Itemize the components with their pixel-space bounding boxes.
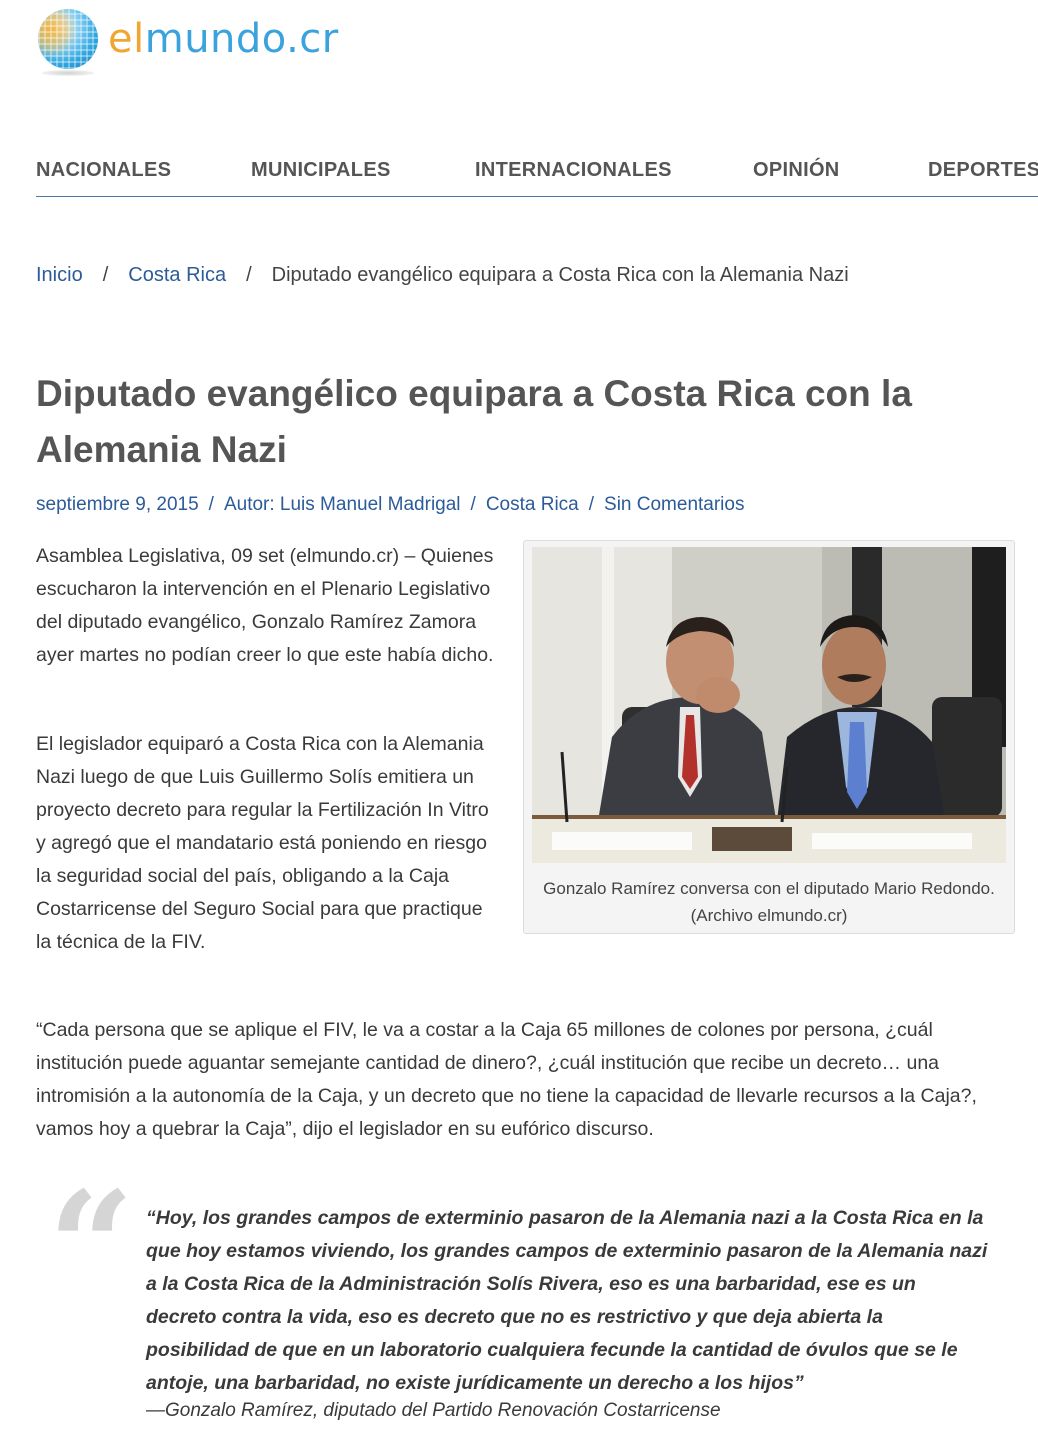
article-title: Diputado evangélico equipara a Costa Ric… <box>36 373 912 470</box>
article-blockquote: “ “Hoy, los grandes campos de exterminio… <box>36 1172 996 1440</box>
nav-item-nacionales[interactable]: NACIONALES <box>36 154 251 196</box>
breadcrumb: Inicio / Costa Rica / Diputado evangélico eq… <box>36 264 849 287</box>
main-nav: NACIONALES MUNICIPALES INTERNACIONALES O… <box>36 154 1038 197</box>
breadcrumb-separator: / <box>102 264 109 286</box>
nav-item-internacionales[interactable]: INTERNACIONALES <box>475 154 753 196</box>
article-figure: Gonzalo Ramírez conversa con el diputado… <box>523 540 1015 934</box>
breadcrumb-separator: / <box>246 264 252 286</box>
quote-mark-icon: “ <box>48 1159 135 1335</box>
breadcrumb-category-link[interactable]: Costa Rica <box>128 264 226 286</box>
site-logo[interactable]: elmundo.cr <box>38 6 339 72</box>
article-photo[interactable] <box>532 547 1006 863</box>
article-author-link[interactable]: Autor: Luis Manuel Madrigal <box>224 494 461 515</box>
article-paragraph: El legislador equiparó a Costa Rica con … <box>36 733 489 953</box>
article-meta: septiembre 9, 2015 / Autor: Luis Manuel Ma… <box>36 494 744 516</box>
breadcrumb-home-link[interactable]: Inicio <box>36 264 83 286</box>
nav-item-opinion[interactable]: OPINIÓN <box>753 154 928 196</box>
quote-citation: —Gonzalo Ramírez, diputado del Partido R… <box>146 1400 721 1421</box>
article-category-link[interactable]: Costa Rica <box>486 494 579 515</box>
logo-shadow <box>42 70 94 76</box>
article-comments-link[interactable]: Sin Comentarios <box>604 494 744 515</box>
logo-text: elmundo.cr <box>108 16 339 62</box>
nav-item-municipales[interactable]: MUNICIPALES <box>251 154 475 196</box>
meta-separator: / <box>588 494 595 515</box>
figure-caption: Gonzalo Ramírez conversa con el diputado… <box>543 879 995 925</box>
nav-item-deportes[interactable]: DEPORTES <box>928 154 1038 196</box>
article-paragraph: “Cada persona que se aplique el FIV, le … <box>36 1019 977 1140</box>
article-date: septiembre 9, 2015 <box>36 494 199 515</box>
logo-text-mundo: mundo.cr <box>144 16 339 62</box>
globe-logo-icon <box>38 9 98 69</box>
article-paragraph: Asamblea Legislativa, 09 set (elmundo.cr… <box>36 545 494 666</box>
breadcrumb-current: Diputado evangélico equipara a Costa Ric… <box>271 264 849 286</box>
meta-separator: / <box>208 494 214 515</box>
quote-text: “Hoy, los grandes campos de exterminio p… <box>146 1207 988 1394</box>
meta-separator: / <box>470 494 476 515</box>
logo-text-el: el <box>108 16 145 62</box>
